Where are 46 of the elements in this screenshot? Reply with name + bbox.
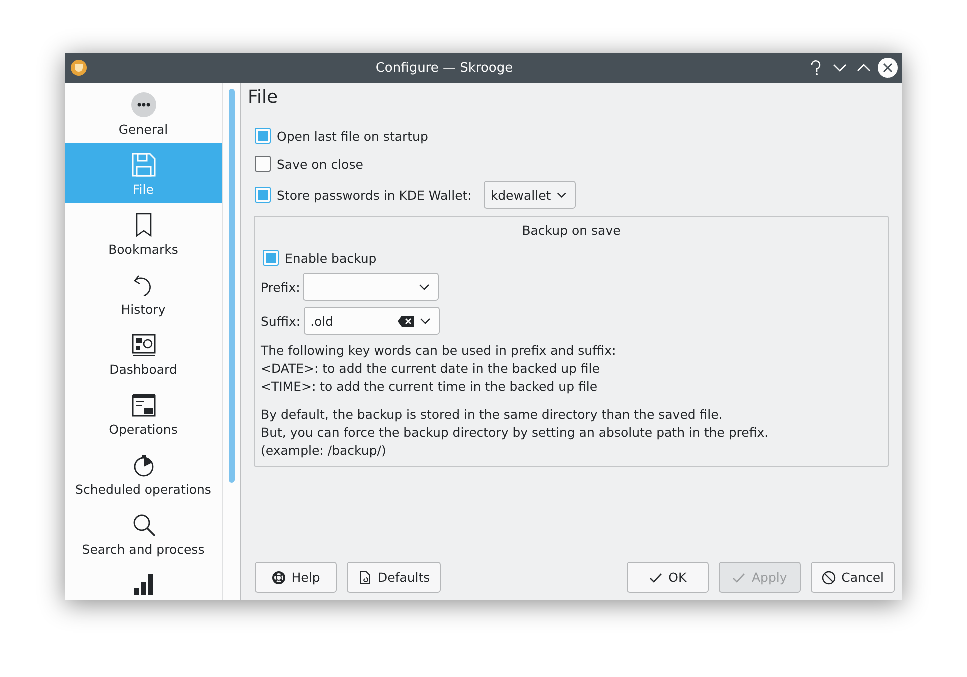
sidebar-item[interactable]: History [65,263,222,323]
option-label: Store passwords in KDE Wallet: [277,188,472,202]
window-title: Configure — Skrooge [374,60,514,76]
group-title: Backup on save [522,223,621,238]
more-icon [130,92,156,118]
chevron-down-icon [557,192,567,198]
chevron-down-icon [420,318,431,324]
close-icon[interactable] [878,58,898,78]
sidebar-item[interactable]: Dashboard [65,323,222,383]
cancel-button[interactable]: Cancel [810,562,895,593]
cancel-icon [822,570,836,584]
ok-button[interactable]: OK [626,562,709,593]
suffix-combo[interactable]: .old [304,307,440,335]
help-text: But, you can force the backup directory by setting an absolute path in the prefix. [261,424,770,442]
scrollbar[interactable] [222,83,241,600]
lifebuoy-icon [272,570,286,584]
help-text: By default, the backup is stored in the same directory than the saved file. [261,406,724,424]
dashboard-icon [130,332,156,358]
help-text: (example: /backup/) [261,442,388,460]
sidebar-item[interactable]: Operations [65,383,222,443]
checkbox[interactable] [255,156,271,172]
option-label: Enable backup [285,250,377,266]
help-text: <TIME>: to add the current time in the backed up file [261,378,599,396]
checkbox[interactable] [255,128,271,144]
sidebar-item[interactable]: Scheduled operations [65,443,222,503]
sidebar-item[interactable]: Bookmarks [65,203,222,263]
calendar-icon [130,392,156,418]
document-icon [358,570,372,584]
suffix-label: Suffix: [261,314,301,328]
prefix-label: Prefix: [261,280,300,294]
clear-icon[interactable] [398,316,414,326]
app-logo-icon [71,60,87,76]
option-label: Save on close [277,156,364,172]
chevron-down-icon [419,284,430,290]
help-button[interactable]: Help [255,562,337,593]
wallet-combo[interactable]: kdewallet [484,181,576,209]
sidebar-item[interactable]: General [65,83,222,143]
checkbox[interactable] [263,250,279,266]
help-text: <DATE>: to add the current date in the backed up file [261,360,601,378]
option-label: Open last file on startup [277,128,428,144]
defaults-button[interactable]: Defaults [347,562,442,593]
checkbox[interactable] [255,187,271,203]
save-icon [130,152,156,178]
help-text: The following key words can be used in prefix and suffix: [261,342,618,360]
sidebar-item[interactable]: Search and process [65,503,222,563]
page-title: File [248,87,280,108]
